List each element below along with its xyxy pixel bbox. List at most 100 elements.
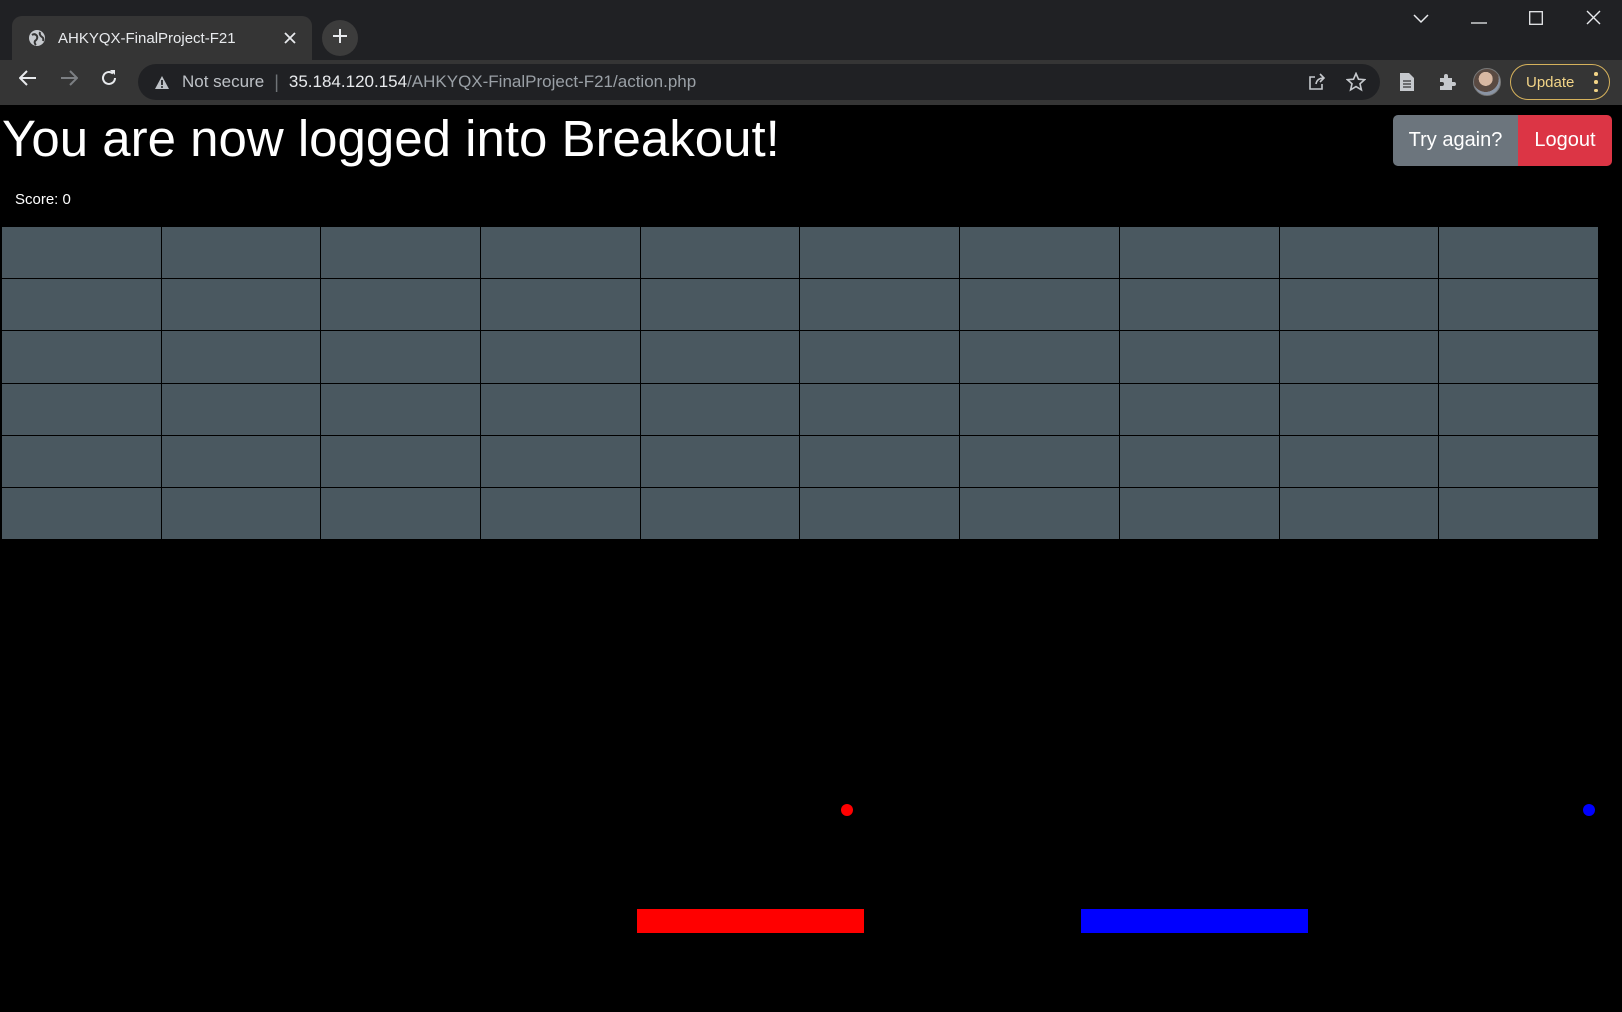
red-ball [841,804,853,816]
brick [960,227,1119,279]
brick [481,227,640,279]
brick [1439,227,1598,279]
brick [1119,227,1279,279]
brick [2,227,161,279]
close-window-button[interactable] [1564,0,1622,40]
brick [1279,435,1439,487]
address-bar[interactable]: Not secure | 35.184.120.154/AHKYQX-Final… [138,64,1380,100]
maximize-icon [1529,10,1543,30]
brick [321,435,481,487]
brick [1279,487,1439,539]
brick [800,331,960,383]
brick [1439,279,1598,331]
brick [960,435,1119,487]
brick [1119,279,1279,331]
brick [1439,331,1598,383]
try-again-button[interactable]: Try again? [1393,115,1518,166]
bookmark-star-icon[interactable] [1342,68,1370,96]
browser-chrome: AHKYQX-FinalProject-F21 Not secure | 35.… [0,0,1622,105]
score-label: Score: 0 [15,191,71,208]
reload-icon [100,69,118,92]
brick [161,227,321,279]
brick [800,435,960,487]
blue-paddle[interactable] [1081,909,1308,933]
minimize-icon [1471,11,1487,29]
update-button[interactable]: Update [1510,64,1610,100]
back-button[interactable] [10,62,46,98]
brick [481,435,640,487]
brick [1279,331,1439,383]
globe-icon [28,29,46,47]
brick [1279,227,1439,279]
brick [321,487,481,539]
brick [161,435,321,487]
brick [2,487,161,539]
browser-tab[interactable]: AHKYQX-FinalProject-F21 [12,16,312,60]
brick [960,279,1119,331]
forward-button[interactable] [51,62,87,98]
brick [1119,487,1279,539]
brick [161,487,321,539]
brick [640,279,800,331]
brick [2,279,161,331]
close-icon [1586,10,1601,30]
brick [800,383,960,435]
brick [960,383,1119,435]
brick [800,279,960,331]
profile-avatar[interactable] [1473,68,1501,96]
brick [640,331,800,383]
red-paddle[interactable] [637,909,864,933]
brick [1119,331,1279,383]
brick [481,331,640,383]
brick [1119,435,1279,487]
reading-list-icon[interactable] [1391,64,1423,100]
chevron-down-icon [1413,11,1429,29]
logout-button[interactable]: Logout [1518,115,1612,166]
more-menu-icon[interactable] [1593,72,1599,92]
brick [1439,383,1598,435]
back-arrow-icon [18,69,37,91]
brick [1119,383,1279,435]
action-button-group: Try again? Logout [1393,115,1612,166]
share-icon[interactable] [1303,68,1331,96]
brick [321,383,481,435]
brick [2,435,161,487]
brick [640,227,800,279]
brick [800,227,960,279]
brick [481,487,640,539]
close-tab-icon[interactable] [278,26,302,50]
tab-strip: AHKYQX-FinalProject-F21 [0,0,1622,60]
brick [161,331,321,383]
tab-search-button[interactable] [1392,0,1450,40]
tab-title: AHKYQX-FinalProject-F21 [58,29,236,47]
warning-triangle-icon[interactable] [152,72,172,92]
url-host[interactable]: 35.184.120.154 [289,72,407,92]
url-path[interactable]: /AHKYQX-FinalProject-F21/action.php [407,72,696,92]
page-heading: You are now logged into Breakout! [2,110,780,167]
security-label[interactable]: Not secure [182,72,264,92]
brick [960,331,1119,383]
reload-button[interactable] [91,62,127,98]
brick [2,383,161,435]
new-tab-button[interactable] [322,20,358,56]
brick [321,331,481,383]
brick [321,279,481,331]
brick [1279,279,1439,331]
extensions-puzzle-icon[interactable] [1431,64,1463,100]
browser-toolbar: Not secure | 35.184.120.154/AHKYQX-Final… [0,60,1622,105]
address-separator: | [274,71,279,92]
plus-icon [331,27,349,50]
blue-ball [1583,804,1595,816]
brick [1439,435,1598,487]
maximize-button[interactable] [1507,0,1565,40]
brick [161,383,321,435]
brick [1279,383,1439,435]
brick [640,435,800,487]
brick [161,279,321,331]
brick [481,279,640,331]
brick [481,383,640,435]
minimize-button[interactable] [1450,0,1508,40]
forward-arrow-icon [60,69,79,91]
update-label: Update [1526,73,1575,91]
brick [640,383,800,435]
